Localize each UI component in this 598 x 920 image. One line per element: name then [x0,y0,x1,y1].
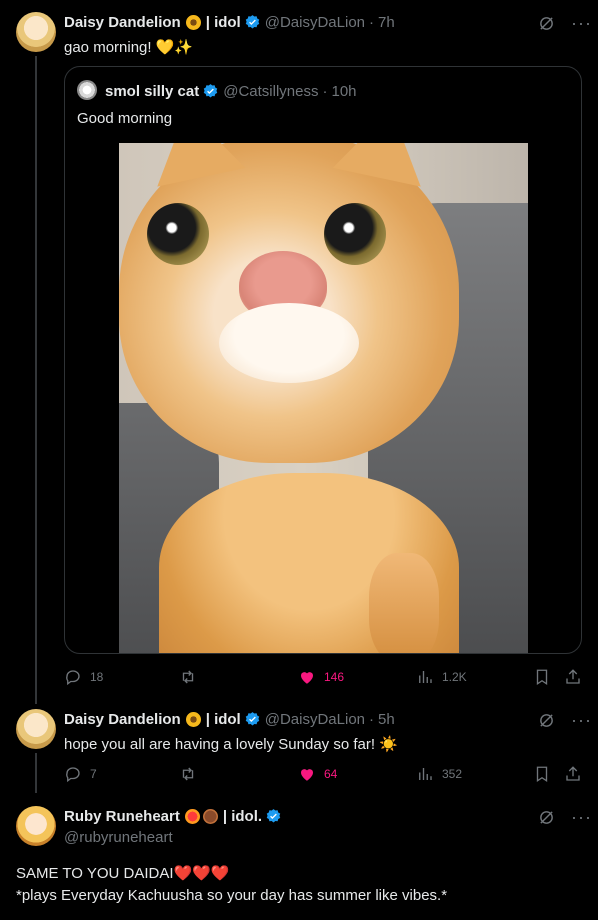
cat-paw [369,553,439,653]
like-count: 64 [324,767,338,781]
cat-head [119,143,459,463]
like-button[interactable]: 64 [298,765,337,783]
quoted-post-time[interactable]: 10h [331,83,356,100]
post-actions: 7 64 352 [0,764,598,784]
author-row: Daisy Dandelion | idol @DaisyDaLion · 7h [64,14,395,31]
quoted-author-name[interactable]: smol silly cat [105,83,199,100]
author-handle[interactable]: @DaisyDaLion [265,711,365,728]
post-menu: ··· [538,14,592,32]
repost-button[interactable] [179,668,205,686]
post-text: gao morning! 💛✨ [64,39,194,56]
cat-eye [324,203,386,265]
share-icon [566,766,580,781]
more-icon[interactable]: ··· [571,808,592,826]
author-affiliation: | idol [205,711,241,728]
views-button[interactable]: 1.2K [416,668,467,686]
author-name[interactable]: Daisy Dandelion [64,711,181,728]
bookmark-button[interactable] [533,668,551,686]
share-icon [566,669,580,684]
views-button[interactable]: 352 [416,765,462,783]
more-icon[interactable]: ··· [571,711,592,729]
author-handle[interactable]: @rubyruneheart [64,829,173,846]
like-icon [301,769,313,781]
dot-separator: · [369,711,375,728]
views-count: 352 [442,767,463,781]
views-icon [419,768,432,780]
post-actions: 18 146 1.2K [0,667,598,687]
post-text-line-2: *plays Everyday Kachuusha so your day ha… [16,887,448,904]
reply-button[interactable]: 18 [64,668,103,686]
avatar-daisy[interactable] [16,709,56,749]
author-handle[interactable]: @DaisyDaLion [265,14,365,31]
quoted-author-row: smol silly cat @Catsillyness · 10h [105,83,357,100]
verified-icon [245,712,259,726]
sunflower-icon [185,15,201,30]
boar-icon [202,809,218,824]
fire-heart-icon [184,809,200,824]
quoted-post[interactable]: smol silly cat @Catsillyness · 10h Good … [64,66,582,654]
cat-muzzle [219,303,359,383]
bookmark-icon [536,766,548,783]
grok-icon[interactable] [538,809,555,826]
post-menu: ··· [538,711,592,729]
dot-separator: · [322,83,328,100]
heart-emojis: ❤️❤️❤️ [173,865,230,882]
like-count: 146 [324,670,345,684]
reply-icon [66,670,80,686]
dot-separator: · [369,14,375,31]
post-text: hope you all are having a lovely Sunday … [64,736,398,753]
reply-count: 7 [90,767,97,781]
share-button[interactable] [564,668,582,686]
repost-icon [182,767,194,781]
post-time[interactable]: 7h [378,14,395,31]
cat-ear [332,143,436,187]
author-name[interactable]: Daisy Dandelion [64,14,181,31]
reply-icon [66,767,80,783]
author-name[interactable]: Ruby Runeheart [64,808,180,825]
verified-icon [203,84,218,98]
verified-icon [266,809,281,823]
post-text-line-1: SAME TO YOU DAIDAI❤️❤️❤️ [16,864,230,882]
thread-line [35,56,37,704]
post-text: SAME TO YOU DAIDAI [16,865,174,882]
like-button[interactable]: 146 [298,668,344,686]
repost-icon [182,670,194,684]
sunflower-icon [185,712,201,727]
quoted-post-text: Good morning [77,110,173,127]
verified-icon [245,15,259,29]
author-row: Ruby Runeheart | idol. [64,808,282,825]
post-time[interactable]: 5h [378,711,395,728]
share-button[interactable] [564,765,582,783]
author-affiliation: | idol [205,14,241,31]
bookmark-icon [536,669,548,686]
quoted-author-handle[interactable]: @Catsillyness [223,83,318,100]
more-icon[interactable]: ··· [571,14,592,32]
cat-eye [147,203,209,265]
repost-button[interactable] [179,765,205,783]
like-icon [301,672,313,684]
author-affiliation: | idol. [222,808,263,825]
avatar-smol-silly-cat[interactable] [77,80,97,100]
cat-photo[interactable] [119,143,528,653]
avatar-daisy[interactable] [16,12,56,52]
post-menu: ··· [538,808,592,826]
grok-icon[interactable] [538,15,555,32]
cat-ear [142,143,246,187]
views-icon [419,671,432,683]
reply-count: 18 [90,670,104,684]
author-row: Daisy Dandelion | idol @DaisyDaLion · 5h [64,711,395,728]
grok-icon[interactable] [538,712,555,729]
views-count: 1.2K [442,670,467,684]
reply-button[interactable]: 7 [64,765,97,783]
avatar-ruby[interactable] [16,806,56,846]
bookmark-button[interactable] [533,765,551,783]
